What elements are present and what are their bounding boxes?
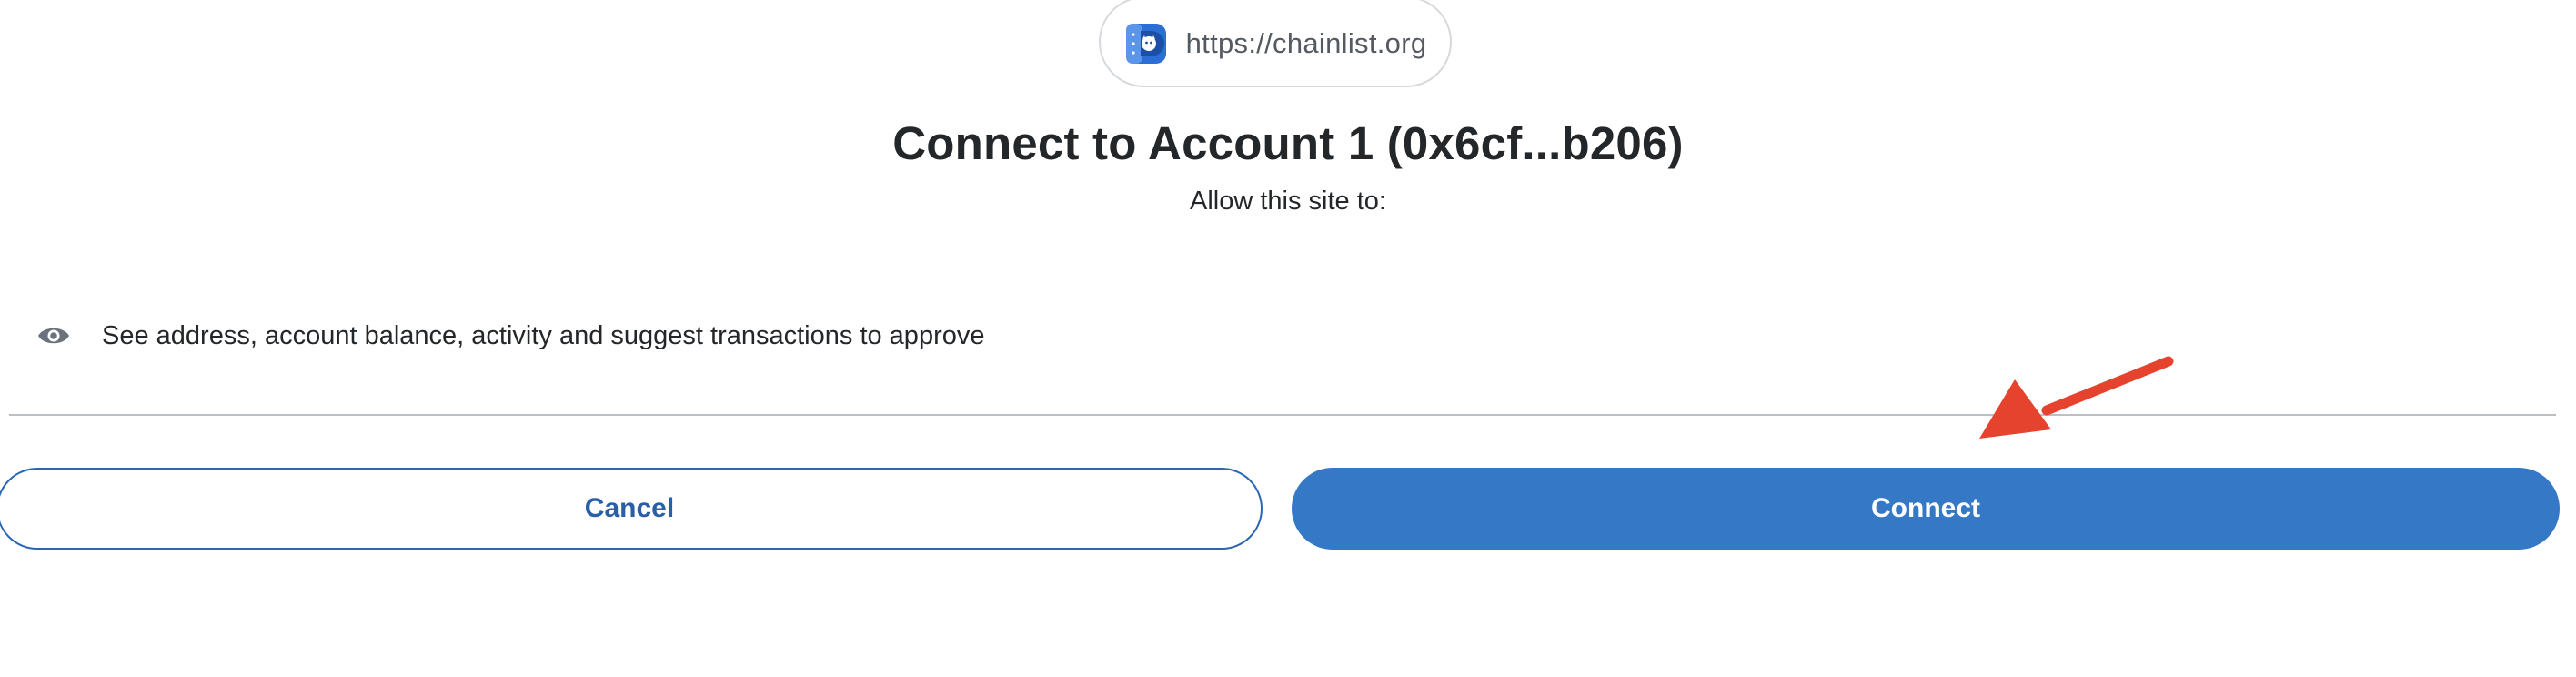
annotation-arrow-icon (1979, 356, 2174, 439)
connect-dialog: https://chainlist.org Connect to Account… (0, 0, 2576, 677)
page-subtitle: Allow this site to: (1190, 187, 1386, 216)
site-origin-url: https://chainlist.org (1185, 27, 1427, 59)
site-origin: https://chainlist.org (1124, 22, 1427, 66)
connect-button-label: Connect (1871, 493, 1980, 523)
eye-icon (38, 328, 69, 344)
permission-text: See address, account balance, activity a… (102, 320, 985, 350)
connect-button[interactable]: Connect (1292, 468, 2560, 550)
cancel-button-label: Cancel (584, 493, 675, 523)
site-origin-pill: https://chainlist.org (1099, 0, 1452, 87)
chainlist-logo-icon (1125, 24, 1166, 64)
permission-item: See address, account balance, activity a… (36, 318, 984, 353)
page-title: Connect to Account 1 (0x6cf...b206) (892, 117, 1684, 169)
cancel-button[interactable]: Cancel (0, 468, 1263, 550)
